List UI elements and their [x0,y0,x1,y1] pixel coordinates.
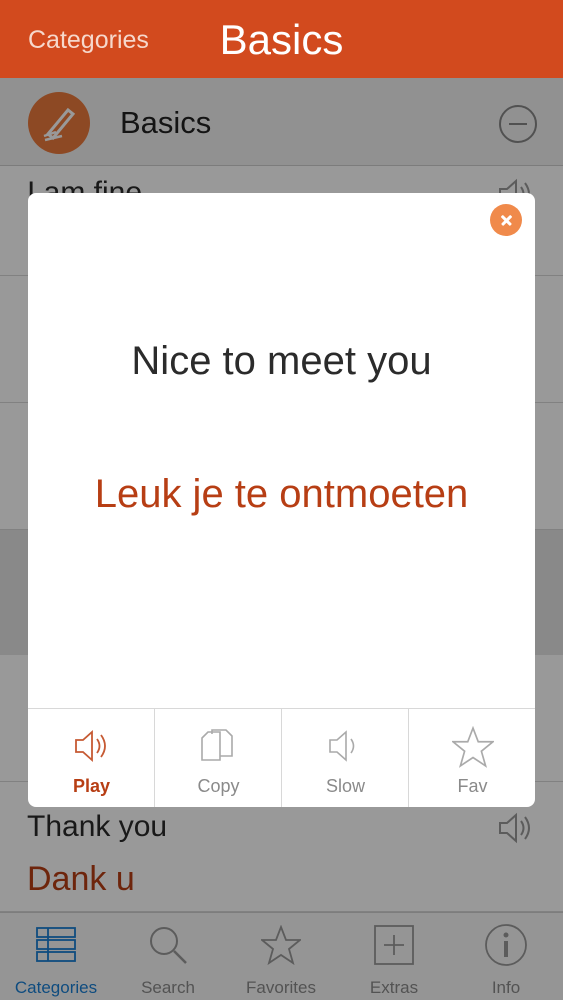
copy-icon [201,729,233,761]
phrase-modal: Nice to meet you Leuk je te ontmoeten Pl… [28,193,535,807]
tabbar-backdrop [0,912,563,1000]
speaker-icon [75,729,106,763]
close-icon[interactable] [490,204,522,236]
modal-actions: Play Copy Slow Fav [28,708,535,807]
slow-button[interactable]: Slow [282,709,409,807]
modal-dutch-phrase: Leuk je te ontmoeten [94,472,469,516]
page-title: Basics [219,16,344,63]
copy-label: Copy [197,776,240,796]
copy-button[interactable]: Copy [155,709,282,807]
speaker-slow-icon [329,730,355,762]
fav-label: Fav [457,776,488,796]
modal-english-phrase: Nice to meet you [131,339,432,383]
star-icon [452,726,494,768]
slow-label: Slow [325,776,365,796]
nav-bar: Categories Basics [0,0,563,78]
play-button[interactable]: Play [28,709,155,807]
fav-button[interactable]: Fav [409,709,535,807]
play-label: Play [72,776,111,796]
